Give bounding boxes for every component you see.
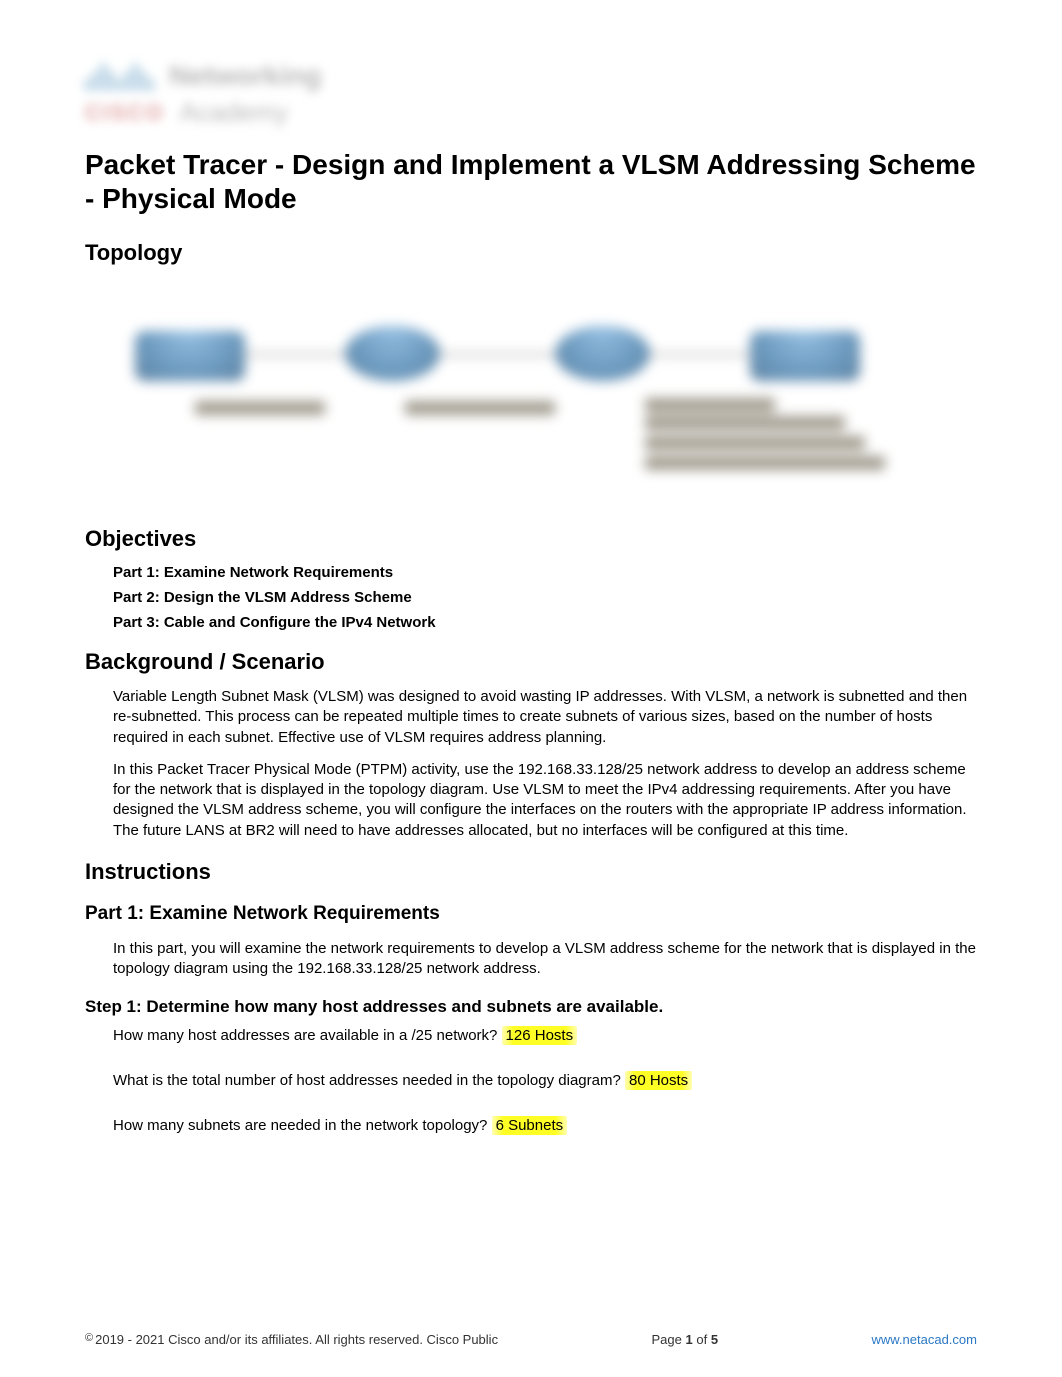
background-paragraph-1: Variable Length Subnet Mask (VLSM) was d…: [85, 687, 977, 748]
step-1-heading: Step 1: Determine how many host addresse…: [85, 997, 977, 1017]
footer-link[interactable]: www.netacad.com: [871, 1332, 977, 1347]
copyright-text: 2019 - 2021 Cisco and/or its affiliates.…: [95, 1332, 498, 1347]
question-1-text: How many host addresses are available in…: [113, 1027, 497, 1044]
question-2: What is the total number of host address…: [85, 1072, 977, 1089]
blurred-label: [645, 456, 885, 470]
logo-area: Networking CISCO Academy: [85, 60, 977, 128]
device-icon: [135, 331, 245, 381]
router-icon: [345, 326, 440, 381]
objective-part-2: Part 2: Design the VLSM Address Scheme: [113, 589, 977, 606]
logo-text-academy: Academy: [180, 97, 288, 128]
answer-2: 80 Hosts: [625, 1071, 692, 1090]
section-topology: Topology: [85, 240, 977, 266]
part-1-intro: In this part, you will examine the netwo…: [85, 939, 977, 980]
answer-3: 6 Subnets: [492, 1116, 568, 1135]
topology-diagram: [85, 291, 977, 491]
section-background: Background / Scenario: [85, 649, 977, 675]
blurred-label: [405, 401, 555, 415]
question-1: How many host addresses are available in…: [85, 1027, 977, 1044]
cisco-logo-icon: [85, 61, 154, 91]
logo-row-1: Networking: [85, 60, 977, 92]
router-icon: [555, 326, 650, 381]
copyright: © 2019 - 2021 Cisco and/or its affiliate…: [85, 1332, 498, 1347]
section-objectives: Objectives: [85, 526, 977, 552]
background-paragraph-2: In this Packet Tracer Physical Mode (PTP…: [85, 760, 977, 841]
part-1-heading: Part 1: Examine Network Requirements: [85, 903, 977, 925]
answer-1: 126 Hosts: [502, 1026, 578, 1045]
question-3-text: How many subnets are needed in the netwo…: [113, 1117, 487, 1134]
objective-part-3: Part 3: Cable and Configure the IPv4 Net…: [113, 614, 977, 631]
logo-brand: CISCO: [85, 100, 165, 126]
device-icon: [750, 331, 860, 381]
page-current: 1: [686, 1332, 693, 1347]
blurred-label: [645, 398, 775, 412]
page-total: 5: [711, 1332, 718, 1347]
question-3: How many subnets are needed in the netwo…: [85, 1117, 977, 1134]
question-2-text: What is the total number of host address…: [113, 1072, 621, 1089]
footer: © 2019 - 2021 Cisco and/or its affiliate…: [85, 1332, 977, 1347]
blurred-label: [195, 401, 325, 415]
objective-part-1: Part 1: Examine Network Requirements: [113, 564, 977, 581]
page-title: Packet Tracer - Design and Implement a V…: [85, 148, 977, 215]
page-prefix: Page: [652, 1332, 686, 1347]
section-instructions: Instructions: [85, 859, 977, 885]
blurred-label: [645, 416, 845, 430]
page-number: Page 1 of 5: [652, 1332, 719, 1347]
objectives-list: Part 1: Examine Network Requirements Par…: [85, 564, 977, 631]
logo-row-2: CISCO Academy: [85, 97, 977, 128]
page-sep: of: [693, 1332, 711, 1347]
copyright-icon: ©: [85, 1332, 93, 1344]
blurred-label: [645, 436, 865, 450]
logo-text-networking: Networking: [169, 60, 321, 92]
